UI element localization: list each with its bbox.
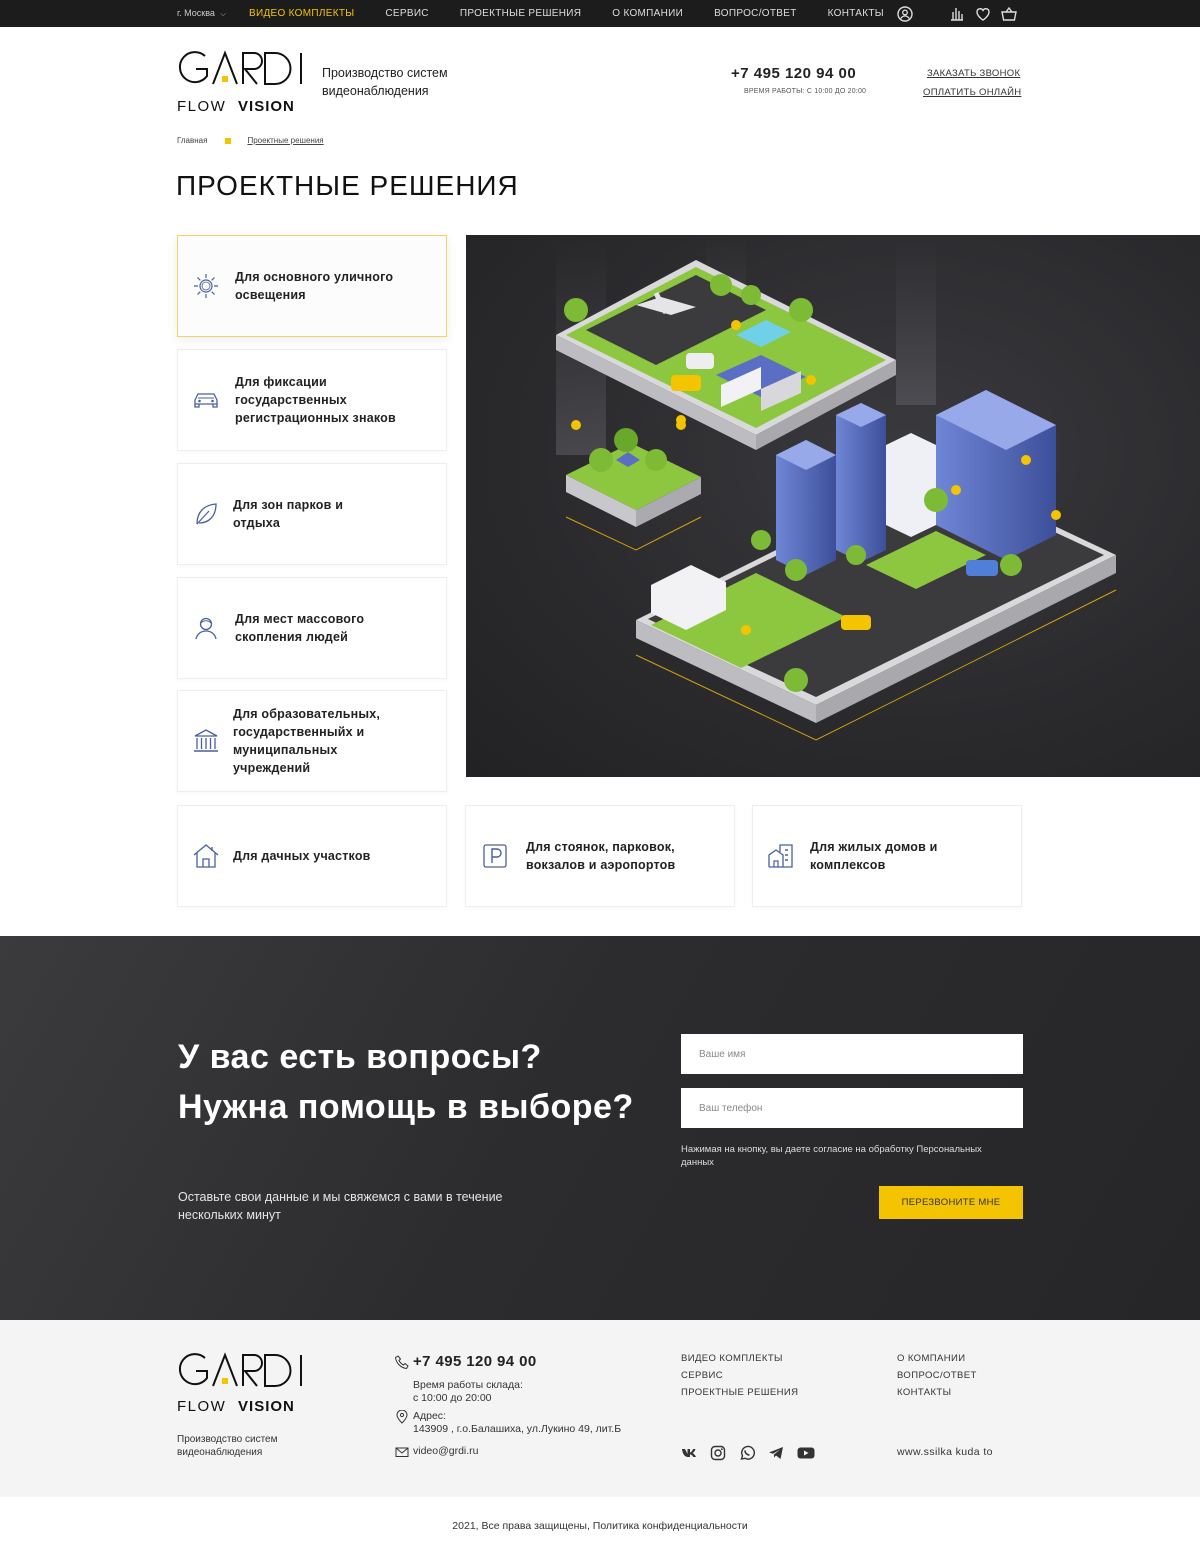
- logo-vision: VISION: [238, 98, 295, 115]
- mail-icon: [395, 1445, 409, 1459]
- top-icons: [896, 5, 1026, 23]
- tagline-line1: Производство систем: [322, 66, 448, 80]
- footer-tagline-line1: Производство систем: [177, 1434, 278, 1445]
- solution-card-institutions[interactable]: Для образовательных, государственныйх и …: [177, 690, 447, 792]
- logo-flow: FLOW: [177, 98, 227, 115]
- name-input[interactable]: [681, 1034, 1023, 1074]
- tagline-line2: видеонаблюдения: [322, 84, 429, 98]
- solution-card-license-plates[interactable]: Для фиксации государственных регистрацио…: [177, 349, 447, 451]
- header-tagline: Производство систем видеонаблюдения: [322, 64, 448, 100]
- person-icon: [191, 613, 221, 643]
- solution-label: Для зон парков и отдыха: [233, 498, 344, 530]
- contact-heading: У вас есть вопросы? Нужна помощь в выбор…: [178, 1038, 634, 1126]
- footer-email[interactable]: video@grdi.ru: [413, 1445, 479, 1458]
- solution-card-dachas[interactable]: Для дачных участков: [177, 805, 447, 907]
- leaf-icon: [191, 499, 221, 529]
- solution-card-residential[interactable]: Для жилых домов и комплексов: [752, 805, 1022, 907]
- footer: FLOW VISION Производство систем видеонаб…: [0, 1320, 1200, 1497]
- footer-logo[interactable]: FLOW VISION: [177, 1352, 305, 1415]
- footer-address: Адрес: 143909 , г.о.Балашиха, ул.Лукино …: [413, 1410, 621, 1436]
- nav-about[interactable]: О КОМПАНИИ: [612, 8, 683, 19]
- location-icon: [395, 1409, 409, 1424]
- footer-phone[interactable]: +7 495 120 94 00: [413, 1353, 537, 1370]
- solution-card-parking[interactable]: Для стоянок, парковок, вокзалов и аэропо…: [465, 805, 735, 907]
- breadcrumb: Главная Проектные решения: [177, 136, 324, 145]
- house-icon: [191, 841, 221, 871]
- solution-card-crowds[interactable]: Для мест массового скопления людей: [177, 577, 447, 679]
- warehouse-hours: Время работы склада: с 10:00 до 20:00: [413, 1379, 523, 1405]
- footer-link-video-kits[interactable]: ВИДЕО КОМПЛЕКТЫ: [681, 1353, 783, 1364]
- city-label: г. Москва: [177, 8, 215, 18]
- heart-icon[interactable]: [974, 5, 992, 23]
- address-value: 143909 , г.о.Балашиха, ул.Лукино 49, лит…: [413, 1423, 622, 1435]
- header-logo[interactable]: FLOW VISION: [177, 50, 305, 115]
- breadcrumb-separator: [225, 137, 232, 144]
- social-links: [681, 1445, 828, 1461]
- youtube-icon[interactable]: [797, 1445, 815, 1461]
- footer-link-service[interactable]: СЕРВИС: [681, 1370, 723, 1381]
- page-title: ПРОЕКТНЫЕ РЕШЕНИЯ: [176, 170, 519, 201]
- copyright[interactable]: 2021, Все права защищены, Политика конфи…: [0, 1520, 1200, 1532]
- nav-service[interactable]: СЕРВИС: [385, 8, 428, 19]
- contact-section: У вас есть вопросы? Нужна помощь в выбор…: [0, 936, 1200, 1320]
- breadcrumb-current[interactable]: Проектные решения: [247, 136, 323, 145]
- logo-subtitle: FLOW VISION: [177, 1398, 305, 1415]
- footer-link-faq[interactable]: ВОПРОС/ОТВЕТ: [897, 1370, 977, 1381]
- header-hours: ВРЕМЯ РАБОТЫ: С 10:00 ДО 20:00: [744, 88, 867, 95]
- solution-label: Для образовательных, государственныйх и …: [233, 707, 381, 775]
- car-icon: [191, 385, 221, 415]
- footer-tagline-line2: видеонаблюдения: [177, 1447, 263, 1458]
- vk-icon[interactable]: [681, 1445, 697, 1461]
- top-bar: г. Москва ⌵ ВИДЕО КОМПЛЕКТЫ СЕРВИС ПРОЕК…: [0, 0, 1200, 27]
- solution-card-parks[interactable]: Для зон парков и отдыха: [177, 463, 447, 565]
- solution-label: Для стоянок, парковок, вокзалов и аэропо…: [526, 840, 676, 872]
- footer-tagline: Производство систем видеонаблюдения: [177, 1433, 277, 1459]
- basket-icon[interactable]: [1000, 5, 1018, 23]
- institution-icon: [191, 726, 221, 756]
- pay-online-link[interactable]: ОПЛАТИТЬ ОНЛАЙН: [923, 87, 1021, 98]
- solution-label: Для жилых домов и комплексов: [810, 840, 938, 872]
- phone-icon: [394, 1355, 409, 1370]
- parking-icon: [480, 841, 510, 871]
- nav-video-kits[interactable]: ВИДЕО КОМПЛЕКТЫ: [249, 8, 354, 19]
- account-icon[interactable]: [896, 5, 914, 23]
- logo-wordmark: [177, 50, 305, 92]
- contact-subtext: Оставьте свои данные и мы свяжемся с вам…: [178, 1190, 503, 1222]
- footer-link-about[interactable]: О КОМПАНИИ: [897, 1353, 965, 1364]
- hero-illustration: [466, 235, 1200, 777]
- instagram-icon[interactable]: [710, 1445, 726, 1461]
- compare-icon[interactable]: [948, 5, 966, 23]
- solution-label: Для дачных участков: [233, 849, 371, 863]
- phone-input[interactable]: [681, 1088, 1023, 1128]
- logo-wordmark: [177, 1352, 305, 1393]
- warehouse-hours-label: Время работы склада:: [413, 1379, 523, 1391]
- solution-label: Для основного уличного освещения: [235, 270, 394, 302]
- solution-label: Для мест массового скопления людей: [235, 612, 365, 644]
- whatsapp-icon[interactable]: [739, 1445, 755, 1461]
- consent-text: Нажимая на кнопку, вы даете согласие на …: [681, 1144, 982, 1168]
- city-selector[interactable]: г. Москва ⌵: [177, 8, 226, 19]
- footer-site-link[interactable]: www.ssilka kuda to: [897, 1446, 993, 1458]
- callback-button[interactable]: ПЕРЕЗВОНИТЕ МНЕ: [879, 1186, 1023, 1219]
- nav-project-solutions[interactable]: ПРОЕКТНЫЕ РЕШЕНИЯ: [460, 8, 581, 19]
- sun-icon: [191, 271, 221, 301]
- logo-flow: FLOW: [177, 1398, 227, 1415]
- logo-subtitle: FLOW VISION: [177, 98, 305, 115]
- top-nav: ВИДЕО КОМПЛЕКТЫ СЕРВИС ПРОЕКТНЫЕ РЕШЕНИЯ…: [249, 8, 915, 19]
- telegram-icon[interactable]: [768, 1445, 784, 1461]
- nav-faq[interactable]: ВОПРОС/ОТВЕТ: [714, 8, 796, 19]
- header-phone[interactable]: +7 495 120 94 00: [731, 65, 856, 82]
- callback-link[interactable]: ЗАКАЗАТЬ ЗВОНОК: [927, 68, 1020, 79]
- solution-label: Для фиксации государственных регистрацио…: [235, 375, 396, 425]
- solution-card-street-lighting[interactable]: Для основного уличного освещения: [177, 235, 447, 337]
- warehouse-hours-value: с 10:00 до 20:00: [413, 1392, 492, 1404]
- breadcrumb-home[interactable]: Главная: [177, 136, 207, 145]
- address-label: Адрес:: [413, 1410, 446, 1422]
- footer-link-project-solutions[interactable]: ПРОЕКТНЫЕ РЕШЕНИЯ: [681, 1387, 798, 1398]
- chevron-down-icon: ⌵: [220, 11, 226, 18]
- apartments-icon: [766, 841, 796, 871]
- nav-contacts[interactable]: КОНТАКТЫ: [828, 8, 884, 19]
- footer-link-contacts[interactable]: КОНТАКТЫ: [897, 1387, 951, 1398]
- logo-vision: VISION: [238, 1398, 295, 1415]
